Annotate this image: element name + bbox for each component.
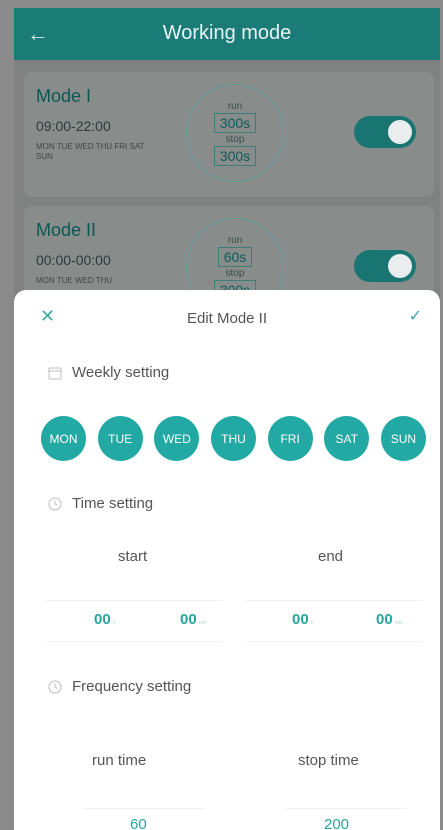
mode-card-1[interactable]: Mode I 09:00-22:00 MON TUE WED THU FRI S… xyxy=(24,72,434,197)
end-hour-value[interactable]: 00 h xyxy=(292,611,313,628)
run-time-divider xyxy=(84,808,204,809)
mode-days: MON TUE WED THU FRI SAT SUN xyxy=(36,142,145,161)
weekday-selector: MON TUE WED THU FRI SAT SUN xyxy=(41,416,426,461)
mode-name: Mode I xyxy=(36,86,92,106)
calendar-icon xyxy=(48,366,62,380)
day-mon-button[interactable]: MON xyxy=(41,416,86,461)
day-wed-button[interactable]: WED xyxy=(154,416,200,461)
app-header: ← Working mode xyxy=(14,8,440,60)
stop-label: stop xyxy=(225,134,245,145)
start-hour-value[interactable]: 00 h xyxy=(94,611,115,628)
start-minute-value[interactable]: 00 min xyxy=(180,611,207,628)
end-time-picker[interactable]: 00 h 00 min xyxy=(246,600,422,642)
day-sun-button[interactable]: SUN xyxy=(380,416,426,461)
time-setting-label: Time setting xyxy=(72,495,154,512)
frequency-setting-label: Frequency setting xyxy=(72,678,192,695)
stop-value: 300s xyxy=(213,146,257,166)
clock-icon xyxy=(48,497,62,511)
frequency-setting-section: Frequency setting xyxy=(48,678,191,695)
mode-time-range: 00:00-00:00 xyxy=(36,252,111,268)
day-fri-button[interactable]: FRI xyxy=(267,416,313,461)
run-value: 300s xyxy=(213,113,257,133)
end-minute-value[interactable]: 00 min xyxy=(376,611,403,628)
run-stop-summary: run 300s stop 300s xyxy=(186,84,284,182)
run-label: run xyxy=(227,101,243,112)
mode-1-toggle[interactable] xyxy=(354,116,416,148)
day-tue-button[interactable]: TUE xyxy=(97,416,143,461)
run-label: run xyxy=(227,235,243,246)
page-title: Working mode xyxy=(162,22,292,44)
edit-mode-sheet: ✕ Edit Mode II ✓ Weekly setting MON TUE … xyxy=(14,290,440,830)
stop-time-value[interactable]: 200 xyxy=(324,816,349,830)
weekly-setting-section: Weekly setting xyxy=(48,364,169,381)
checkmark-icon[interactable]: ✓ xyxy=(409,306,422,326)
start-time-picker[interactable]: 00 h 00 min xyxy=(46,600,222,642)
stop-label: stop xyxy=(225,268,245,279)
end-label: end xyxy=(318,548,344,565)
run-time-label: run time xyxy=(92,752,147,769)
day-thu-button[interactable]: THU xyxy=(210,416,256,461)
start-label: start xyxy=(118,548,148,565)
mode-2-toggle[interactable] xyxy=(354,250,416,282)
stop-time-label: stop time xyxy=(298,752,359,769)
mode-name: Mode II xyxy=(36,220,97,240)
sheet-title: Edit Mode II xyxy=(186,310,268,327)
mode-time-range: 09:00-22:00 xyxy=(36,118,111,134)
weekly-setting-label: Weekly setting xyxy=(72,364,170,381)
run-value: 60s xyxy=(217,247,253,267)
mode-days: MON TUE WED THU xyxy=(36,276,113,285)
phone-screen: ← Working mode Mode I 09:00-22:00 MON TU… xyxy=(14,8,440,830)
clock-icon xyxy=(48,680,62,694)
stop-time-divider xyxy=(286,808,406,809)
day-sat-button[interactable]: SAT xyxy=(324,416,370,461)
run-time-value[interactable]: 60 xyxy=(130,816,147,830)
time-setting-section: Time setting xyxy=(48,495,153,512)
